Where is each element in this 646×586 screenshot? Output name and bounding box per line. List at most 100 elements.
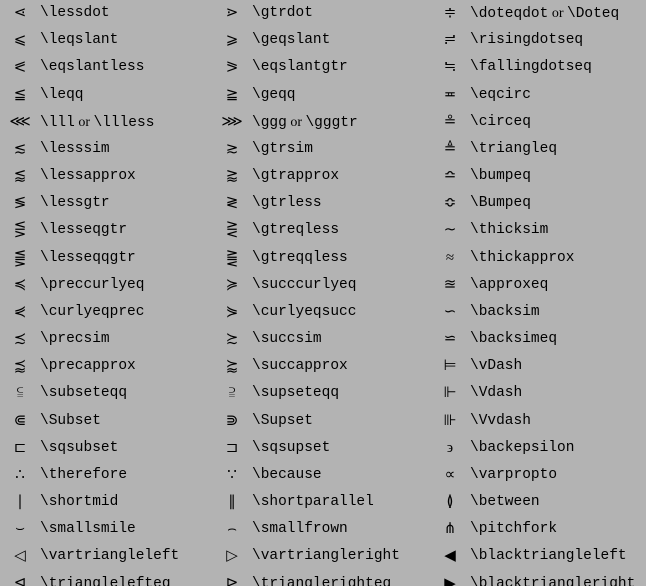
command-col3: \between (470, 489, 646, 516)
symbol-col3: ≑ (430, 0, 470, 27)
command-col2: \smallfrown (252, 516, 430, 543)
command-col3: \backepsilon (470, 435, 646, 462)
symbol-col1: ⋞ (0, 299, 40, 326)
command-col2: \geqq (252, 82, 430, 109)
command-col3: \circeq (470, 109, 646, 136)
symbol-col1: ⌣ (0, 516, 40, 543)
command-col2: \geqslant (252, 27, 430, 54)
symbol-col2: ▷ (212, 543, 252, 570)
command-col1: \lesssim (40, 136, 212, 163)
symbol-col3: ≗ (430, 109, 470, 136)
symbol-col1: ≦ (0, 82, 40, 109)
symbol-col2: ⋟ (212, 299, 252, 326)
symbol-col2: ⪖ (212, 54, 252, 81)
command-col1: \shortmid (40, 489, 212, 516)
symbol-col3: ≈ (430, 245, 470, 272)
symbol-col1: ⋖ (0, 0, 40, 27)
symbol-col2: ⪌ (212, 245, 252, 272)
symbol-col3: ⋍ (430, 326, 470, 353)
command-col2: \because (252, 462, 430, 489)
symbol-col2: ⌢ (212, 516, 252, 543)
command-col2: \gtrdot (252, 0, 430, 27)
symbol-col2: ⋙ (212, 109, 252, 136)
symbol-col2: ⫆ (212, 380, 252, 407)
command-col1: \lesseqqgtr (40, 245, 212, 272)
symbol-col3: ≊ (430, 272, 470, 299)
symbol-col3: ∝ (430, 462, 470, 489)
symbol-col1: ≶ (0, 190, 40, 217)
symbol-col1: ⪅ (0, 163, 40, 190)
command-col1: \precsim (40, 326, 212, 353)
command-col1: \lessgtr (40, 190, 212, 217)
symbol-col2: ≳ (212, 136, 252, 163)
command-col3: \thickapprox (470, 245, 646, 272)
symbol-col1: ∴ (0, 462, 40, 489)
command-col1: \lessdot (40, 0, 212, 27)
command-col3: \doteqdot or \Doteq (470, 0, 646, 27)
symbol-col3: ϶ (430, 435, 470, 462)
symbol-col1: ⫅ (0, 380, 40, 407)
symbol-col1: ≾ (0, 326, 40, 353)
command-col1: \lesseqgtr (40, 217, 212, 244)
symbol-col2: ∵ (212, 462, 252, 489)
symbol-col1: ⋐ (0, 408, 40, 435)
symbol-col1: ⋚ (0, 217, 40, 244)
command-col3: \blacktriangleleft (470, 543, 646, 570)
symbol-col3: ⋔ (430, 516, 470, 543)
symbol-col2: ≧ (212, 82, 252, 109)
command-col3: \Bumpeq (470, 190, 646, 217)
command-col2: \Supset (252, 408, 430, 435)
command-col2: \vartriangleright (252, 543, 430, 570)
symbol-col3: ≜ (430, 136, 470, 163)
symbol-col2: ≿ (212, 326, 252, 353)
symbol-col2: ≽ (212, 272, 252, 299)
command-col2: \supseteqq (252, 380, 430, 407)
symbol-col3: ⊨ (430, 353, 470, 380)
command-col1: \leqq (40, 82, 212, 109)
symbol-col3: ≎ (430, 190, 470, 217)
command-col1: \subseteqq (40, 380, 212, 407)
symbol-col1: ◁ (0, 543, 40, 570)
command-col2: \sqsupset (252, 435, 430, 462)
symbol-col3: ≖ (430, 82, 470, 109)
command-col3: \blacktriangleright (470, 571, 646, 586)
symbol-col1: ⋘ (0, 109, 40, 136)
command-col3: \varpropto (470, 462, 646, 489)
command-col1: \lll or \llless (40, 109, 212, 136)
symbol-col3: ≬ (430, 489, 470, 516)
command-col1: \preccurlyeq (40, 272, 212, 299)
command-col3: \fallingdotseq (470, 54, 646, 81)
command-col1: \Subset (40, 408, 212, 435)
symbol-table: ⋖\lessdot⋗\gtrdot≑\doteqdot or \Doteq⩽\l… (0, 0, 646, 586)
symbol-col2: ⊐ (212, 435, 252, 462)
symbol-col2: ⊵ (212, 571, 252, 586)
command-col1: \leqslant (40, 27, 212, 54)
command-col3: \risingdotseq (470, 27, 646, 54)
command-col1: \lessapprox (40, 163, 212, 190)
symbol-col2: ⋑ (212, 408, 252, 435)
symbol-col1: ⩽ (0, 27, 40, 54)
command-col2: \gtrless (252, 190, 430, 217)
symbol-col2: ⋛ (212, 217, 252, 244)
symbol-col1: ⪷ (0, 353, 40, 380)
command-col3: \Vdash (470, 380, 646, 407)
symbol-col2: ⪆ (212, 163, 252, 190)
command-col1: \sqsubset (40, 435, 212, 462)
command-col2: \gtreqqless (252, 245, 430, 272)
command-col1: \therefore (40, 462, 212, 489)
command-col1: \eqslantless (40, 54, 212, 81)
symbol-col1: ⪕ (0, 54, 40, 81)
symbol-col2: ⋗ (212, 0, 252, 27)
command-col2: \gtrapprox (252, 163, 430, 190)
symbol-col3: ⊪ (430, 408, 470, 435)
command-col3: \triangleq (470, 136, 646, 163)
command-col3: \backsim (470, 299, 646, 326)
symbol-col2: ⩾ (212, 27, 252, 54)
command-col2: \ggg or \gggtr (252, 109, 430, 136)
symbol-col3: ≏ (430, 163, 470, 190)
command-col1: \smallsmile (40, 516, 212, 543)
symbol-col1: ⪋ (0, 245, 40, 272)
command-col2: \gtreqless (252, 217, 430, 244)
symbol-col2: ∥ (212, 489, 252, 516)
command-col3: \approxeq (470, 272, 646, 299)
